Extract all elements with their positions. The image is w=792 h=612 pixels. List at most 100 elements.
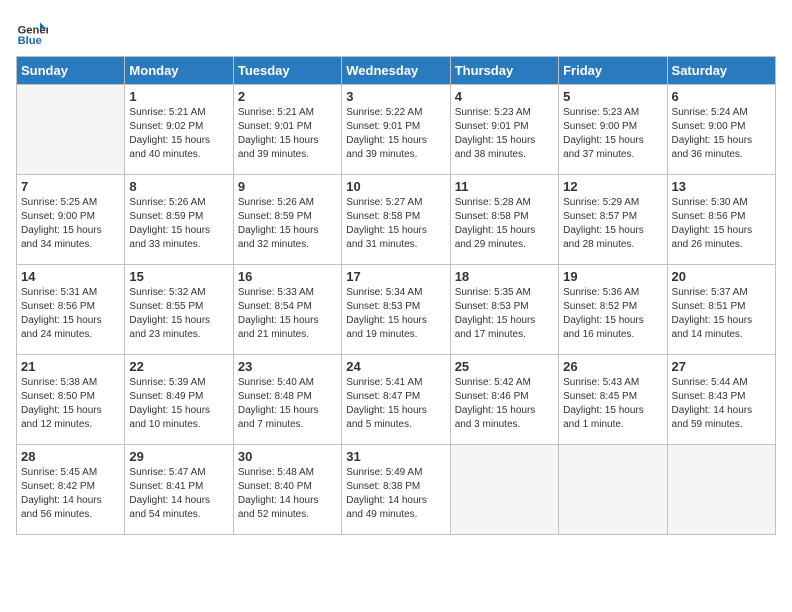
day-info: Sunrise: 5:35 AM Sunset: 8:53 PM Dayligh… <box>455 286 554 342</box>
day-info: Sunrise: 5:45 AM Sunset: 8:42 PM Dayligh… <box>21 466 120 522</box>
calendar-cell: 29 Sunrise: 5:47 AM Sunset: 8:41 PM Dayli… <box>125 445 233 535</box>
day-info: Sunrise: 5:21 AM Sunset: 9:02 PM Dayligh… <box>129 106 228 162</box>
calendar-cell: 2 Sunrise: 5:21 AM Sunset: 9:01 PM Daylig… <box>233 85 341 175</box>
day-number: 2 <box>238 89 337 104</box>
calendar-cell: 4Sunrise: 5:23 AM Sunset: 9:01 PM Daylig… <box>450 85 558 175</box>
day-number: 8 <box>129 179 228 194</box>
calendar-cell: 30Sunrise: 5:48 AM Sunset: 8:40 PM Dayli… <box>233 445 341 535</box>
calendar-cell: 16 Sunrise: 5:33 AM Sunset: 8:54 PM Dayli… <box>233 265 341 355</box>
calendar-cell: 11Sunrise: 5:28 AM Sunset: 8:58 PM Dayli… <box>450 175 558 265</box>
calendar-header-row: SundayMondayTuesdayWednesdayThursdayFrid… <box>17 57 776 85</box>
calendar-cell <box>17 85 125 175</box>
day-info: Sunrise: 5:27 AM Sunset: 8:58 PM Dayligh… <box>346 196 445 252</box>
calendar-header-friday: Friday <box>559 57 667 85</box>
day-info: Sunrise: 5:37 AM Sunset: 8:51 PM Dayligh… <box>672 286 771 342</box>
calendar-header-wednesday: Wednesday <box>342 57 450 85</box>
day-info: Sunrise: 5:40 AM Sunset: 8:48 PM Dayligh… <box>238 376 337 432</box>
calendar-cell <box>559 445 667 535</box>
day-number: 7 <box>21 179 120 194</box>
day-info: Sunrise: 5:44 AM Sunset: 8:43 PM Dayligh… <box>672 376 771 432</box>
calendar-table: SundayMondayTuesdayWednesdayThursdayFrid… <box>16 56 776 535</box>
calendar-header-saturday: Saturday <box>667 57 775 85</box>
day-number: 31 <box>346 449 445 464</box>
calendar-week-2: 7 Sunrise: 5:25 AM Sunset: 9:00 PM Daylig… <box>17 175 776 265</box>
day-number: 10 <box>346 179 445 194</box>
calendar-cell: 22 Sunrise: 5:39 AM Sunset: 8:49 PM Dayli… <box>125 355 233 445</box>
calendar-cell <box>450 445 558 535</box>
calendar-header-monday: Monday <box>125 57 233 85</box>
calendar-cell: 10 Sunrise: 5:27 AM Sunset: 8:58 PM Dayli… <box>342 175 450 265</box>
day-info: Sunrise: 5:49 AM Sunset: 8:38 PM Dayligh… <box>346 466 445 522</box>
day-number: 5 <box>563 89 662 104</box>
day-info: Sunrise: 5:41 AM Sunset: 8:47 PM Dayligh… <box>346 376 445 432</box>
logo-icon: General Blue <box>16 16 48 48</box>
day-info: Sunrise: 5:28 AM Sunset: 8:58 PM Dayligh… <box>455 196 554 252</box>
calendar-cell: 28 Sunrise: 5:45 AM Sunset: 8:42 PM Dayli… <box>17 445 125 535</box>
day-info: Sunrise: 5:25 AM Sunset: 9:00 PM Dayligh… <box>21 196 120 252</box>
calendar-header-tuesday: Tuesday <box>233 57 341 85</box>
calendar-header-sunday: Sunday <box>17 57 125 85</box>
calendar-cell: 6 Sunrise: 5:24 AM Sunset: 9:00 PM Daylig… <box>667 85 775 175</box>
day-info: Sunrise: 5:38 AM Sunset: 8:50 PM Dayligh… <box>21 376 120 432</box>
calendar-cell: 23 Sunrise: 5:40 AM Sunset: 8:48 PM Dayli… <box>233 355 341 445</box>
day-info: Sunrise: 5:43 AM Sunset: 8:45 PM Dayligh… <box>563 376 662 432</box>
day-info: Sunrise: 5:47 AM Sunset: 8:41 PM Dayligh… <box>129 466 228 522</box>
day-number: 23 <box>238 359 337 374</box>
calendar-week-4: 21 Sunrise: 5:38 AM Sunset: 8:50 PM Dayli… <box>17 355 776 445</box>
calendar-cell: 9Sunrise: 5:26 AM Sunset: 8:59 PM Daylig… <box>233 175 341 265</box>
day-info: Sunrise: 5:30 AM Sunset: 8:56 PM Dayligh… <box>672 196 771 252</box>
day-number: 16 <box>238 269 337 284</box>
calendar-cell: 20Sunrise: 5:37 AM Sunset: 8:51 PM Dayli… <box>667 265 775 355</box>
day-number: 3 <box>346 89 445 104</box>
day-info: Sunrise: 5:29 AM Sunset: 8:57 PM Dayligh… <box>563 196 662 252</box>
day-number: 4 <box>455 89 554 104</box>
day-info: Sunrise: 5:33 AM Sunset: 8:54 PM Dayligh… <box>238 286 337 342</box>
calendar-cell: 14Sunrise: 5:31 AM Sunset: 8:56 PM Dayli… <box>17 265 125 355</box>
calendar-cell: 27Sunrise: 5:44 AM Sunset: 8:43 PM Dayli… <box>667 355 775 445</box>
calendar-cell: 18 Sunrise: 5:35 AM Sunset: 8:53 PM Dayli… <box>450 265 558 355</box>
day-info: Sunrise: 5:26 AM Sunset: 8:59 PM Dayligh… <box>238 196 337 252</box>
day-number: 26 <box>563 359 662 374</box>
day-info: Sunrise: 5:21 AM Sunset: 9:01 PM Dayligh… <box>238 106 337 162</box>
day-number: 30 <box>238 449 337 464</box>
calendar-cell: 31 Sunrise: 5:49 AM Sunset: 8:38 PM Dayli… <box>342 445 450 535</box>
page-header: General Blue <box>16 16 776 48</box>
calendar-header-thursday: Thursday <box>450 57 558 85</box>
day-info: Sunrise: 5:42 AM Sunset: 8:46 PM Dayligh… <box>455 376 554 432</box>
calendar-body: 1 Sunrise: 5:21 AM Sunset: 9:02 PM Daylig… <box>17 85 776 535</box>
svg-text:Blue: Blue <box>18 35 42 47</box>
calendar-week-3: 14Sunrise: 5:31 AM Sunset: 8:56 PM Dayli… <box>17 265 776 355</box>
calendar-cell: 13Sunrise: 5:30 AM Sunset: 8:56 PM Dayli… <box>667 175 775 265</box>
day-number: 29 <box>129 449 228 464</box>
calendar-cell: 25 Sunrise: 5:42 AM Sunset: 8:46 PM Dayli… <box>450 355 558 445</box>
day-number: 6 <box>672 89 771 104</box>
day-info: Sunrise: 5:24 AM Sunset: 9:00 PM Dayligh… <box>672 106 771 162</box>
day-number: 1 <box>129 89 228 104</box>
calendar-cell: 5 Sunrise: 5:23 AM Sunset: 9:00 PM Daylig… <box>559 85 667 175</box>
day-info: Sunrise: 5:36 AM Sunset: 8:52 PM Dayligh… <box>563 286 662 342</box>
calendar-week-1: 1 Sunrise: 5:21 AM Sunset: 9:02 PM Daylig… <box>17 85 776 175</box>
calendar-cell: 15 Sunrise: 5:32 AM Sunset: 8:55 PM Dayli… <box>125 265 233 355</box>
calendar-cell <box>667 445 775 535</box>
day-number: 21 <box>21 359 120 374</box>
day-number: 25 <box>455 359 554 374</box>
day-number: 22 <box>129 359 228 374</box>
calendar-cell: 1 Sunrise: 5:21 AM Sunset: 9:02 PM Daylig… <box>125 85 233 175</box>
day-info: Sunrise: 5:26 AM Sunset: 8:59 PM Dayligh… <box>129 196 228 252</box>
logo: General Blue <box>16 16 52 48</box>
day-info: Sunrise: 5:34 AM Sunset: 8:53 PM Dayligh… <box>346 286 445 342</box>
day-number: 12 <box>563 179 662 194</box>
day-number: 17 <box>346 269 445 284</box>
day-number: 28 <box>21 449 120 464</box>
day-info: Sunrise: 5:22 AM Sunset: 9:01 PM Dayligh… <box>346 106 445 162</box>
calendar-cell: 24Sunrise: 5:41 AM Sunset: 8:47 PM Dayli… <box>342 355 450 445</box>
day-info: Sunrise: 5:23 AM Sunset: 9:00 PM Dayligh… <box>563 106 662 162</box>
calendar-cell: 12 Sunrise: 5:29 AM Sunset: 8:57 PM Dayli… <box>559 175 667 265</box>
day-number: 19 <box>563 269 662 284</box>
calendar-cell: 3 Sunrise: 5:22 AM Sunset: 9:01 PM Daylig… <box>342 85 450 175</box>
day-info: Sunrise: 5:32 AM Sunset: 8:55 PM Dayligh… <box>129 286 228 342</box>
day-number: 18 <box>455 269 554 284</box>
calendar-cell: 17 Sunrise: 5:34 AM Sunset: 8:53 PM Dayli… <box>342 265 450 355</box>
day-info: Sunrise: 5:39 AM Sunset: 8:49 PM Dayligh… <box>129 376 228 432</box>
day-number: 15 <box>129 269 228 284</box>
